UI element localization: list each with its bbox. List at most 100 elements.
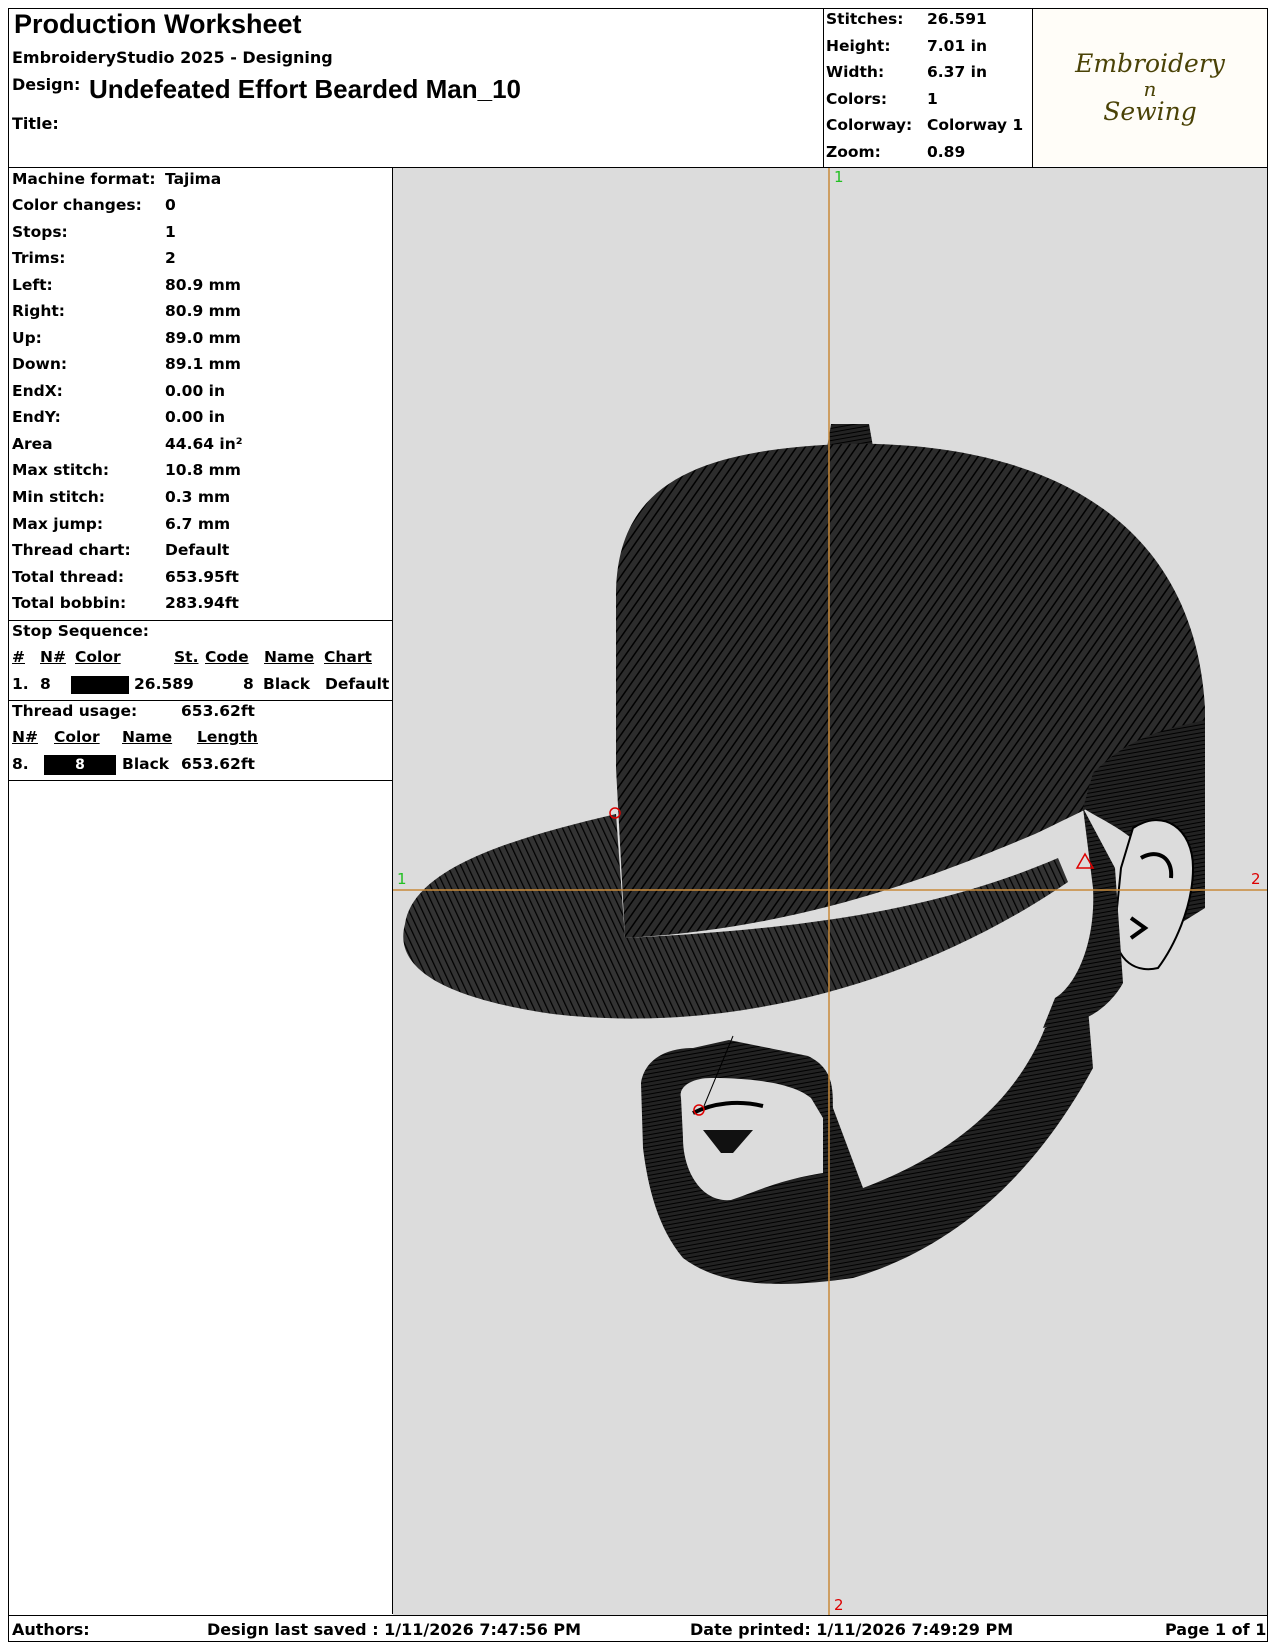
stop-header-num: # [12,648,25,666]
width-value: 6.37 in [927,63,987,81]
detail-value: Tajima [165,170,222,188]
logo-line-3: Sewing [1103,97,1197,126]
detail-row: Stops: 1 [12,223,176,241]
thread-usage-total: 653.62ft [181,702,255,720]
brand-logo: Embroidery n Sewing [1033,9,1267,166]
colors-label: Colors: [826,90,888,108]
detail-label: Left: [12,276,53,294]
height-label: Height: [826,37,891,55]
vertical-axis-top-label: 1 [834,168,844,186]
stop-color-swatch [71,676,129,694]
thread-row-n: 8. [12,755,29,773]
detail-label: Total thread: [12,568,125,586]
detail-label: Max stitch: [12,461,110,479]
footer-divider [8,1615,1268,1616]
stop-sequence-title: Stop Sequence: [12,622,149,640]
detail-row: Down: 89.1 mm [12,355,241,373]
stop-header-chart: Chart [324,648,372,666]
design-name: Undefeated Effort Bearded Man_10 [89,74,521,104]
stop-header-st: St. [174,648,199,666]
zoom-label: Zoom: [826,143,881,161]
detail-row: Thread chart: Default [12,541,229,559]
detail-label: Stops: [12,223,68,241]
detail-label: Trims: [12,249,66,267]
stop-sequence-divider [8,700,393,701]
detail-row: EndY: 0.00 in [12,408,225,426]
stop-row-chart: Default [325,675,390,693]
width-label: Width: [826,63,885,81]
thread-header-n: N# [12,728,38,746]
detail-value: 10.8 mm [165,461,241,479]
detail-label: Down: [12,355,68,373]
detail-value: 89.0 mm [165,329,241,347]
detail-row: Machine format: Tajima [12,170,221,188]
detail-value: Default [165,541,230,559]
details-divider [8,620,393,621]
thread-usage-title: Thread usage: [12,702,138,720]
detail-label: EndX: [12,382,63,400]
stop-row-name: Black [263,675,311,693]
detail-label: Area [12,435,53,453]
page-title: Production Worksheet [14,9,302,39]
detail-row: Total thread: 653.95ft [12,568,239,586]
detail-row: Max jump: 6.7 mm [12,515,230,533]
vertical-axis-bottom-label: 2 [834,1596,844,1614]
design-preview-canvas[interactable]: 1 2 1 2 [393,168,1267,1615]
thread-usage-divider [8,780,393,781]
detail-value: 2 [165,249,176,267]
detail-row: Total bobbin: 283.94ft [12,594,239,612]
detail-value: 80.9 mm [165,302,241,320]
stop-row-num: 1. [12,675,29,693]
detail-value: 0 [165,196,176,214]
detail-row: Right: 80.9 mm [12,302,241,320]
stop-row-n: 8 [40,675,51,693]
detail-row: Trims: 2 [12,249,176,267]
stop-row-stitches: 26.589 [134,675,194,693]
detail-label: Machine format: [12,170,156,188]
stop-header-name: Name [264,648,315,666]
thread-row-name: Black [122,755,170,773]
cap-crown [616,443,1205,938]
detail-row: Max stitch: 10.8 mm [12,461,241,479]
detail-label: Max jump: [12,515,104,533]
detail-value: 283.94ft [165,594,239,612]
height-value: 7.01 in [927,37,987,55]
colorway-value: Colorway 1 [927,116,1024,134]
software-name: EmbroideryStudio 2025 - Designing [12,48,333,67]
stop-header-code: Code [205,648,249,666]
horizontal-axis-right-label: 2 [1251,870,1261,888]
detail-row: Min stitch: 0.3 mm [12,488,230,506]
detail-label: Up: [12,329,42,347]
stitches-label: Stitches: [826,10,904,28]
footer-printed: Date printed: 1/11/2026 7:49:29 PM [690,1620,1014,1639]
detail-value: 0.3 mm [165,488,231,506]
detail-value: 0.00 in [165,408,225,426]
title-label: Title: [12,114,59,133]
detail-label: EndY: [12,408,61,426]
detail-value: 80.9 mm [165,276,241,294]
stop-header-n: N# [40,648,66,666]
design-preview-svg [393,168,1267,1615]
logo-line-1: Embroidery [1075,49,1225,78]
header-stats-divider [823,8,824,167]
sideburn [1043,808,1123,1028]
horizontal-axis-left-label: 1 [397,870,407,888]
detail-value: 6.7 mm [165,515,231,533]
detail-row: Left: 80.9 mm [12,276,241,294]
detail-label: Min stitch: [12,488,105,506]
thread-color-swatch: 8 [44,755,116,775]
zoom-value: 0.89 [927,143,966,161]
stop-header-color: Color [75,648,121,666]
footer-authors: Authors: [12,1620,90,1639]
footer-saved: Design last saved : 1/11/2026 7:47:56 PM [207,1620,582,1639]
detail-value: 1 [165,223,176,241]
detail-row: Up: 89.0 mm [12,329,241,347]
detail-row: Area 44.64 in² [12,435,243,453]
stop-row-code: 8 [243,675,254,693]
thread-header-color: Color [54,728,100,746]
detail-label: Total bobbin: [12,594,127,612]
colorway-label: Colorway: [826,116,913,134]
thread-row-length: 653.62ft [181,755,255,773]
detail-label: Thread chart: [12,541,131,559]
detail-value: 44.64 in² [165,435,243,453]
